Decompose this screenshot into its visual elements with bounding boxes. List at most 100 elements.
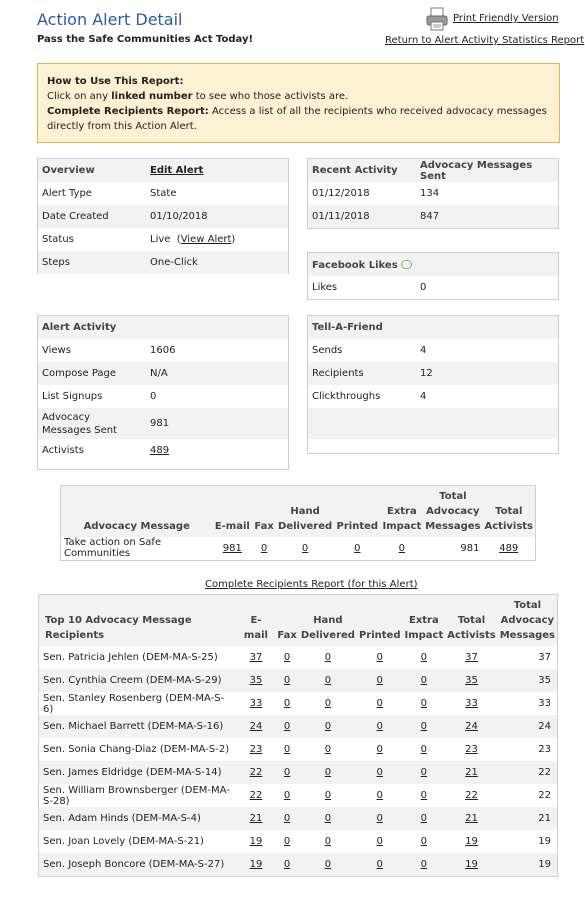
printed-count-link[interactable]: 0 <box>377 836 383 847</box>
extra-count-link[interactable]: 0 <box>421 767 427 778</box>
howto-line1: Click on any linked number to see who th… <box>47 89 550 104</box>
edit-alert-link[interactable]: Edit Alert <box>150 165 203 176</box>
total-activists-link[interactable]: 37 <box>465 652 478 663</box>
recent-activity-panel: Recent Activity Advocacy Messages Sent 0… <box>307 158 559 229</box>
fax-count-link[interactable]: 0 <box>284 813 290 824</box>
return-to-report-link[interactable]: Return to Alert Activity Statistics Repo… <box>385 35 584 46</box>
activists-link[interactable]: 489 <box>150 445 169 456</box>
fax-count-link[interactable]: 0 <box>284 859 290 870</box>
extra-count-link[interactable]: 0 <box>421 744 427 755</box>
complete-recipients-link[interactable]: Complete Recipients Report (for this Ale… <box>205 579 418 590</box>
total-activists-link[interactable]: 22 <box>465 790 478 801</box>
hand-count-link[interactable]: 0 <box>325 767 331 778</box>
recipient-name: Sen. Stanley Rosenberg (DEM-MA-S-6) <box>43 692 225 715</box>
email-count-link[interactable]: 33 <box>250 698 263 709</box>
email-count-link[interactable]: 19 <box>250 836 263 847</box>
email-count-link[interactable]: 24 <box>250 721 263 732</box>
recipient-name: Sen. Joseph Boncore (DEM-MA-S-27) <box>38 853 237 876</box>
email-count-link[interactable]: 35 <box>250 675 263 686</box>
printed-count-link[interactable]: 0 <box>377 813 383 824</box>
recipient-name: Sen. Patricia Jehlen (DEM-MA-S-25) <box>43 652 218 663</box>
hand-count-link[interactable]: 0 <box>325 836 331 847</box>
view-alert-link[interactable]: View Alert <box>181 234 232 245</box>
extra-count-link[interactable]: 0 <box>421 790 427 801</box>
col-email: E-mail <box>236 594 276 646</box>
printed-count-link[interactable]: 0 <box>377 859 383 870</box>
total-messages-value: 19 <box>538 836 551 847</box>
fax-count-link[interactable]: 0 <box>284 767 290 778</box>
total-activists-link[interactable]: 19 <box>465 836 478 847</box>
printed-count-link[interactable]: 0 <box>377 652 383 663</box>
col-extra-impact: Extra Impact <box>380 485 424 537</box>
table-row: Sen. Patricia Jehlen (DEM-MA-S-25) 37 0 0 0 0… <box>39 646 558 669</box>
how-to-box: How to Use This Report: Click on any lin… <box>37 63 560 143</box>
fax-count-link[interactable]: 0 <box>284 721 290 732</box>
extra-count-link[interactable]: 0 <box>421 813 427 824</box>
total-activists-link[interactable]: 21 <box>465 813 478 824</box>
printed-count-link[interactable]: 0 <box>377 767 383 778</box>
hand-count-link[interactable]: 0 <box>325 859 331 870</box>
table-row: Sen. William Brownsberger (DEM-MA-S-28) 2… <box>39 784 558 807</box>
hand-count-link[interactable]: 0 <box>325 813 331 824</box>
fax-count-link[interactable]: 0 <box>284 652 290 663</box>
email-count-link[interactable]: 37 <box>250 652 263 663</box>
activity-label: List Signups <box>42 391 103 402</box>
fax-count-link[interactable]: 0 <box>284 675 290 686</box>
total-activists-link[interactable]: 24 <box>465 721 478 732</box>
overview-panel: Overview Edit Alert Alert Type State Dat… <box>37 158 289 274</box>
table-row: Sen. Joan Lovely (DEM-MA-S-21) 19 0 0 0 0 19 19 <box>39 830 558 853</box>
hand-count-link[interactable]: 0 <box>302 543 308 554</box>
recent-activity-heading: Recent Activity <box>308 159 416 182</box>
printed-count-link[interactable]: 0 <box>377 675 383 686</box>
hand-count-link[interactable]: 0 <box>325 790 331 801</box>
hand-count-link[interactable]: 0 <box>325 698 331 709</box>
facebook-heading-cell: Facebook Likes <box>308 253 558 276</box>
activity-count: 847 <box>416 205 558 228</box>
email-count-link[interactable]: 981 <box>223 543 242 554</box>
total-activists-link[interactable]: 23 <box>465 744 478 755</box>
email-count-link[interactable]: 22 <box>250 767 263 778</box>
printer-icon[interactable] <box>424 6 450 32</box>
email-count-link[interactable]: 22 <box>250 790 263 801</box>
total-activists-link[interactable]: 489 <box>499 543 518 554</box>
fax-count-link[interactable]: 0 <box>284 836 290 847</box>
hand-count-link[interactable]: 0 <box>325 721 331 732</box>
email-count-link[interactable]: 21 <box>250 813 263 824</box>
email-count-link[interactable]: 23 <box>250 744 263 755</box>
likes-value: 0 <box>420 282 427 293</box>
total-activists-link[interactable]: 35 <box>465 675 478 686</box>
overview-heading: Overview <box>38 159 146 182</box>
print-friendly-link[interactable]: Print Friendly Version <box>453 13 559 24</box>
printed-count-link[interactable]: 0 <box>377 698 383 709</box>
printed-count-link[interactable]: 0 <box>377 721 383 732</box>
alert-subtitle: Pass the Safe Communities Act Today! <box>37 34 254 45</box>
extra-count-link[interactable]: 0 <box>421 652 427 663</box>
printed-count-link[interactable]: 0 <box>377 790 383 801</box>
howto-heading: How to Use This Report: <box>47 76 184 87</box>
printed-count-link[interactable]: 0 <box>354 543 360 554</box>
table-row: Sen. Joseph Boncore (DEM-MA-S-27) 19 0 0 0 0 1… <box>38 853 558 876</box>
total-activists-link[interactable]: 33 <box>465 698 478 709</box>
extra-count-link[interactable]: 0 <box>421 698 427 709</box>
printed-count-link[interactable]: 0 <box>377 744 383 755</box>
extra-count-link[interactable]: 0 <box>421 836 427 847</box>
message-name: Take action on Safe Communities <box>64 537 162 560</box>
total-activists-link[interactable]: 19 <box>465 859 478 870</box>
fax-count-link[interactable]: 0 <box>261 543 267 554</box>
email-count-link[interactable]: 19 <box>250 859 263 870</box>
extra-count-link[interactable]: 0 <box>399 543 405 554</box>
activity-label: Advocacy Messages Sent <box>38 408 146 439</box>
total-activists-link[interactable]: 21 <box>465 767 478 778</box>
hand-count-link[interactable]: 0 <box>325 744 331 755</box>
extra-count-link[interactable]: 0 <box>421 721 427 732</box>
extra-count-link[interactable]: 0 <box>421 859 427 870</box>
recipient-name: Sen. Michael Barrett (DEM-MA-S-16) <box>38 715 237 738</box>
hand-count-link[interactable]: 0 <box>325 652 331 663</box>
fax-count-link[interactable]: 0 <box>284 744 290 755</box>
extra-count-link[interactable]: 0 <box>421 675 427 686</box>
fax-count-link[interactable]: 0 <box>284 698 290 709</box>
alert-activity-heading: Alert Activity <box>38 316 288 339</box>
taf-value: 4 <box>420 345 427 356</box>
fax-count-link[interactable]: 0 <box>284 790 290 801</box>
hand-count-link[interactable]: 0 <box>325 675 331 686</box>
